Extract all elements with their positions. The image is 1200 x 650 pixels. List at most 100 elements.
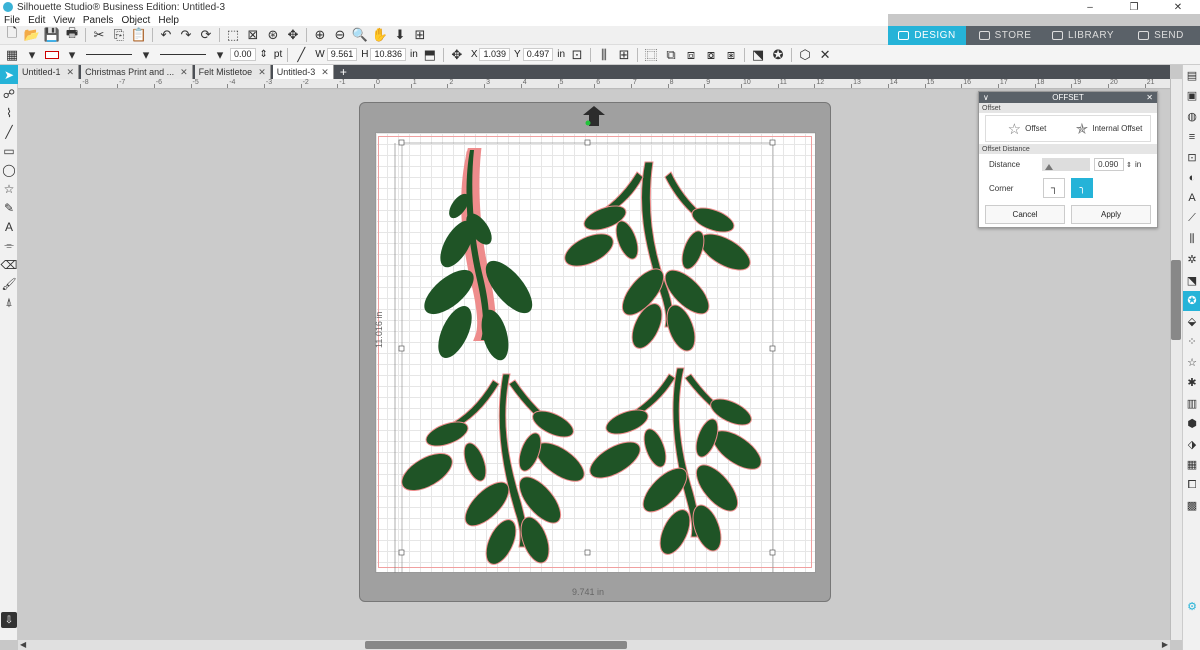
fill-pattern-icon[interactable]: ▦ [2, 46, 22, 63]
tab-store[interactable]: STORE [966, 26, 1044, 45]
chevron-down-icon[interactable]: ▾ [136, 46, 156, 63]
move-down-icon[interactable]: ⬇ [390, 27, 410, 44]
zoom-in-icon[interactable]: ⊕ [310, 27, 330, 44]
fill-color-icon[interactable]: ◍ [1183, 106, 1200, 127]
corner-sharp-button[interactable]: ┐ [1043, 178, 1066, 198]
group-icon[interactable]: ⿴ [641, 46, 661, 63]
transform-icon[interactable]: ⟋ [1183, 209, 1200, 230]
page-setup-icon[interactable]: ▤ [1183, 65, 1200, 86]
print-cut-icon[interactable]: ⧠ [1183, 475, 1200, 496]
eyedropper-tool-icon[interactable]: ⍋ [0, 293, 18, 312]
scroll-thumb[interactable] [365, 641, 627, 649]
offset-panel-icon[interactable]: ✪ [1183, 290, 1200, 311]
chevron-down-icon[interactable]: ▾ [210, 46, 230, 63]
save-icon[interactable]: 💾 [42, 27, 62, 44]
dots-icon[interactable]: ⁘ [1183, 332, 1200, 353]
tab-library[interactable]: LIBRARY [1044, 26, 1122, 45]
zoom-out-icon[interactable]: ⊖ [330, 27, 350, 44]
vertical-scroll-thumb[interactable] [1171, 260, 1181, 340]
lasso-tool-icon[interactable]: ☍ [0, 84, 18, 103]
fit-to-page-icon[interactable]: ⊞ [410, 27, 430, 44]
mistletoe-sprig-3[interactable] [396, 373, 591, 569]
undo-icon[interactable]: ↶ [156, 27, 176, 44]
trace-icon[interactable]: ✲ [1183, 250, 1200, 271]
close-panel-icon[interactable]: ✕ [1146, 93, 1153, 102]
arrange-icon[interactable]: ⧆ [721, 46, 741, 63]
line-weight-field[interactable]: 0.00 [230, 48, 256, 61]
settings-gear-icon[interactable]: ⚙ [1183, 596, 1200, 617]
replicate-cube-icon[interactable]: ⬡ [795, 46, 815, 63]
ungroup-icon[interactable]: ⧉ [661, 46, 681, 63]
diagonal-line-icon[interactable]: ╱ [291, 46, 311, 63]
width-field[interactable]: 9.561 [326, 48, 358, 61]
menu-object[interactable]: Object [121, 15, 150, 26]
tab-send[interactable]: SEND [1122, 26, 1200, 45]
align-panel-icon[interactable]: ⫼ [1183, 229, 1200, 250]
menu-help[interactable]: Help [158, 15, 179, 26]
select-tool-icon[interactable]: ➤ [0, 65, 18, 84]
offset-option-button[interactable]: ☆ Offset [986, 116, 1068, 141]
text-tool-icon[interactable]: A [0, 217, 18, 236]
rectangle-tool-icon[interactable]: ▭ [0, 141, 18, 160]
scroll-right-icon[interactable]: ▶ [1162, 640, 1168, 649]
add-tab-button[interactable]: + [336, 65, 351, 79]
close-tab-icon[interactable]: ✕ [258, 67, 266, 78]
menu-panels[interactable]: Panels [83, 15, 114, 26]
corner-round-button[interactable]: ╮ [1071, 178, 1094, 198]
download-panel-icon[interactable]: ⇩ [1, 612, 17, 628]
mistletoe-sprig-2[interactable] [560, 161, 756, 355]
delete-icon[interactable]: ✕ [815, 46, 835, 63]
line-style-icon[interactable]: ≡ [1183, 127, 1200, 148]
apply-button[interactable]: Apply [1071, 205, 1151, 224]
line-style-sample-2[interactable] [160, 54, 206, 55]
modify-icon[interactable]: ⬔ [1183, 270, 1200, 291]
select-by-color-icon[interactable]: ⊛ [263, 27, 283, 44]
weld-icon[interactable]: ⬔ [748, 46, 768, 63]
pattern-icon[interactable]: ▩ [1183, 496, 1200, 517]
line-tool-icon[interactable]: ╱ [0, 122, 18, 141]
menu-edit[interactable]: Edit [28, 15, 45, 26]
chevron-down-icon[interactable]: ▾ [62, 46, 82, 63]
bring-forward-icon[interactable]: ⧈ [681, 46, 701, 63]
library-book-icon[interactable]: ▦ [1183, 455, 1200, 476]
close-tab-icon[interactable]: ✕ [180, 67, 188, 78]
position-reference-icon[interactable]: ⊡ [567, 46, 587, 63]
y-field[interactable]: 0.497 [522, 48, 554, 61]
open-folder-icon[interactable]: 📂 [22, 27, 42, 44]
mistletoe-sprig-1[interactable] [417, 148, 540, 363]
point-edit-icon[interactable]: ✥ [283, 27, 303, 44]
polygon-tool-icon[interactable]: ☆ [0, 179, 18, 198]
height-field[interactable]: 10.836 [370, 48, 407, 61]
brush-tool-icon[interactable]: 🖌 [0, 274, 18, 293]
close-tab-icon[interactable]: ✕ [67, 67, 75, 78]
line-color-swatch[interactable] [45, 50, 59, 59]
star-shape-icon[interactable]: ☆ [1183, 352, 1200, 373]
freehand-tool-icon[interactable]: ✎ [0, 198, 18, 217]
tab-design[interactable]: DESIGN [888, 26, 966, 45]
pan-hand-icon[interactable]: ✋ [370, 27, 390, 44]
redo-icon[interactable]: ↷ [176, 27, 196, 44]
doc-tab-christmas-print[interactable]: Christmas Print and ... ✕ [81, 65, 193, 79]
move-icon[interactable]: ✥ [447, 46, 467, 63]
mistletoe-artwork[interactable] [375, 132, 816, 573]
minimize-button[interactable]: – [1068, 0, 1112, 14]
nesting-icon[interactable]: ⬢ [1183, 414, 1200, 435]
internal-offset-option-button[interactable]: ✯ Internal Offset [1068, 116, 1150, 141]
send-backward-icon[interactable]: ⧇ [701, 46, 721, 63]
select-all-icon[interactable]: ⬚ [223, 27, 243, 44]
transparency-icon[interactable]: ◐ [1183, 168, 1200, 189]
x-field[interactable]: 1.039 [479, 48, 511, 61]
cancel-button[interactable]: Cancel [985, 205, 1065, 224]
redraw-icon[interactable]: ⟳ [196, 27, 216, 44]
point-edit-tool-icon[interactable]: ⌇ [0, 103, 18, 122]
collapse-chevron-icon[interactable]: ∨ [983, 93, 989, 102]
maximize-button[interactable]: ❐ [1112, 0, 1156, 14]
layers-icon[interactable]: ▥ [1183, 393, 1200, 414]
sketch-icon[interactable]: ⊡ [1183, 147, 1200, 168]
doc-tab-untitled-1[interactable]: Untitled-1 ✕ [18, 65, 80, 79]
puzzle-icon[interactable]: ✱ [1183, 373, 1200, 394]
distance-field[interactable]: 0.090 [1094, 158, 1125, 171]
line-style-sample[interactable] [86, 54, 132, 55]
close-tab-icon[interactable]: ✕ [321, 67, 329, 78]
cut-icon[interactable]: ✂ [89, 27, 109, 44]
